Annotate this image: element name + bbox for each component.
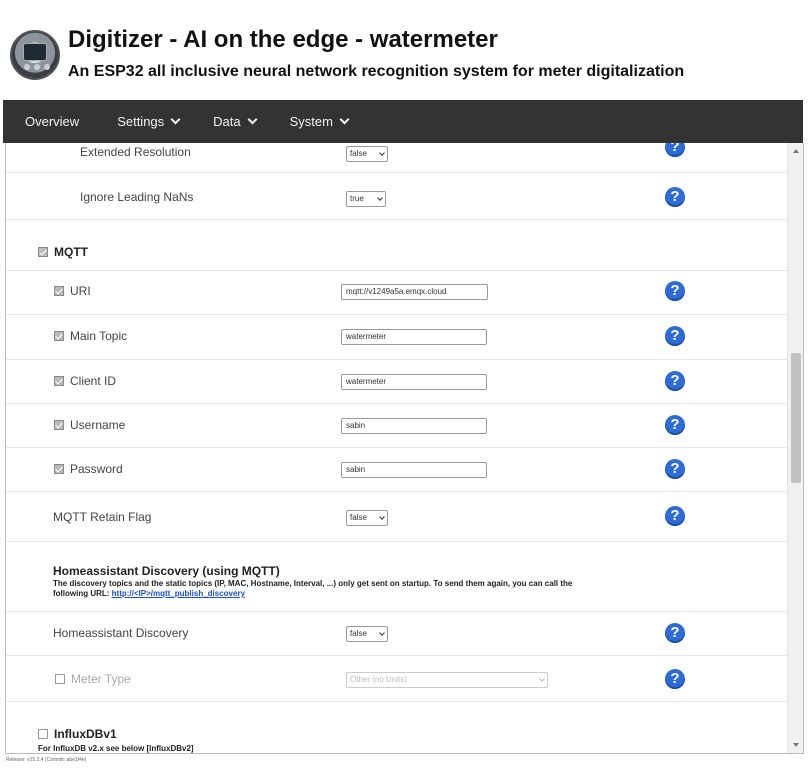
chevron-down-icon	[339, 114, 350, 125]
scroll-down-icon[interactable]	[793, 743, 799, 747]
main-topic-input[interactable]: watermeter	[341, 329, 487, 345]
influxdbv1-section-label: InfluxDBv1	[54, 727, 117, 741]
uri-input[interactable]: mqtt://v1249a5a.emqx.cloud	[341, 284, 488, 300]
username-checkbox[interactable]	[54, 419, 64, 430]
chevron-down-icon	[170, 114, 181, 125]
main-navbar: Overview Settings Data System	[3, 100, 803, 143]
chevron-down-icon	[247, 114, 258, 125]
extended-resolution-value: false	[350, 149, 367, 158]
publish-discovery-link[interactable]: http://<IP>/mqtt_publish_discovery	[112, 589, 245, 598]
ignore-leading-nans-value: true	[350, 194, 364, 203]
client-id-label: Client ID	[54, 374, 116, 388]
retain-flag-select[interactable]: false	[346, 510, 388, 526]
homeassistant-section-title: Homeassistant Discovery (using MQTT)	[53, 564, 280, 578]
dropdown-arrow-icon	[379, 630, 385, 636]
client-id-label-text: Client ID	[70, 374, 117, 388]
mqtt-section-title: MQTT	[38, 245, 88, 259]
help-icon[interactable]: ?	[665, 371, 685, 391]
page-title: Digitizer - AI on the edge - watermeter	[68, 26, 498, 53]
extended-resolution-select[interactable]: false	[346, 146, 388, 162]
help-icon[interactable]: ?	[665, 623, 685, 643]
meter-type-value: Other (no Units)	[350, 675, 407, 684]
client-id-input[interactable]: watermeter	[341, 374, 487, 390]
nav-data[interactable]: Data	[196, 100, 272, 143]
page-subtitle: An ESP32 all inclusive neural network re…	[68, 63, 685, 80]
meter-type-checkbox[interactable]	[55, 673, 65, 684]
meter-type-label-text: Meter Type	[71, 672, 131, 686]
password-label: Password	[54, 462, 123, 476]
ha-discovery-select[interactable]: false	[346, 626, 388, 642]
nav-system-label: System	[289, 114, 333, 129]
nav-system[interactable]: System	[273, 100, 365, 143]
row-mqtt-retain-flag: MQTT Retain Flag false ?	[6, 492, 787, 542]
main-topic-label: Main Topic	[54, 329, 127, 343]
help-icon[interactable]: ?	[665, 187, 685, 207]
uri-label-text: URI	[70, 284, 91, 298]
meter-logo	[10, 30, 60, 80]
homeassistant-desc-line1: The discovery topics and the static topi…	[53, 579, 573, 588]
meter-type-label: Meter Type	[55, 672, 131, 686]
config-content: Extended Resolution false ? Ignore Leadi…	[6, 143, 787, 753]
username-input[interactable]: sabin	[341, 418, 487, 434]
help-icon[interactable]: ?	[665, 143, 685, 157]
homeassistant-section: Homeassistant Discovery (using MQTT) The…	[6, 542, 787, 612]
client-id-checkbox[interactable]	[54, 375, 64, 386]
row-mqtt-uri: URI mqtt://v1249a5a.emqx.cloud ?	[6, 271, 787, 315]
row-homeassistant-discovery: Homeassistant Discovery false ?	[6, 612, 787, 656]
influxdbv1-section-title: InfluxDBv1	[38, 727, 117, 741]
username-label: Username	[54, 418, 125, 432]
homeassistant-desc-prefix: following URL:	[53, 589, 112, 598]
password-input[interactable]: sabin	[341, 462, 487, 478]
password-checkbox[interactable]	[54, 463, 64, 474]
release-footer: Release: v15.2.4 (Commit: abe1f4e)	[6, 757, 87, 763]
influxdbv1-checkbox[interactable]	[38, 728, 48, 739]
dropdown-arrow-icon	[377, 195, 383, 201]
nav-data-label: Data	[213, 114, 241, 129]
retain-flag-label: MQTT Retain Flag	[53, 510, 152, 524]
extended-resolution-label: Extended Resolution	[80, 145, 191, 159]
homeassistant-desc-line2: following URL: http://<IP>/mqtt_publish_…	[53, 589, 245, 599]
help-icon[interactable]: ?	[665, 326, 685, 346]
dropdown-arrow-icon	[539, 676, 545, 682]
main-topic-label-text: Main Topic	[70, 329, 128, 343]
influxdbv1-note: For InfluxDB v2.x see below [InfluxDBv2]	[38, 744, 194, 753]
dropdown-arrow-icon	[379, 150, 385, 156]
ha-discovery-label: Homeassistant Discovery	[53, 626, 189, 640]
retain-flag-value: false	[350, 513, 367, 522]
row-ignore-leading-nans: Ignore Leading NaNs true ?	[6, 173, 787, 220]
nav-overview[interactable]: Overview	[3, 100, 100, 143]
dropdown-arrow-icon	[379, 514, 385, 520]
mqtt-section-label: MQTT	[54, 245, 88, 259]
mqtt-section-header: MQTT	[6, 220, 787, 271]
nav-overview-label: Overview	[25, 114, 80, 129]
uri-checkbox[interactable]	[54, 285, 64, 296]
row-mqtt-main-topic: Main Topic watermeter ?	[6, 315, 787, 360]
scroll-up-icon[interactable]	[793, 149, 799, 153]
help-icon[interactable]: ?	[665, 669, 685, 689]
main-topic-checkbox[interactable]	[54, 330, 64, 341]
ha-discovery-value: false	[350, 629, 367, 638]
help-icon[interactable]: ?	[665, 459, 685, 479]
nav-settings-label: Settings	[117, 114, 165, 129]
help-icon[interactable]: ?	[665, 415, 685, 435]
ignore-leading-nans-label: Ignore Leading NaNs	[80, 190, 194, 204]
nav-settings[interactable]: Settings	[100, 100, 196, 143]
mqtt-enable-checkbox[interactable]	[38, 246, 48, 257]
vertical-scrollbar[interactable]	[787, 143, 803, 753]
help-icon[interactable]: ?	[665, 281, 685, 301]
influxdbv1-section: InfluxDBv1 For InfluxDB v2.x see below […	[6, 702, 787, 753]
row-mqtt-password: Password sabin ?	[6, 448, 787, 492]
meter-type-select[interactable]: Other (no Units)	[346, 672, 548, 688]
row-mqtt-username: Username sabin ?	[6, 404, 787, 448]
page-header: Digitizer - AI on the edge - watermeter …	[0, 0, 808, 98]
ignore-leading-nans-select[interactable]: true	[346, 191, 386, 207]
row-mqtt-client-id: Client ID watermeter ?	[6, 360, 787, 404]
username-label-text: Username	[70, 418, 126, 432]
scrollbar-thumb[interactable]	[791, 353, 801, 483]
row-meter-type: Meter Type Other (no Units) ?	[6, 656, 787, 702]
row-extended-resolution: Extended Resolution false ?	[6, 143, 787, 173]
help-icon[interactable]: ?	[665, 506, 685, 526]
password-label-text: Password	[70, 462, 123, 476]
uri-label: URI	[54, 284, 91, 298]
